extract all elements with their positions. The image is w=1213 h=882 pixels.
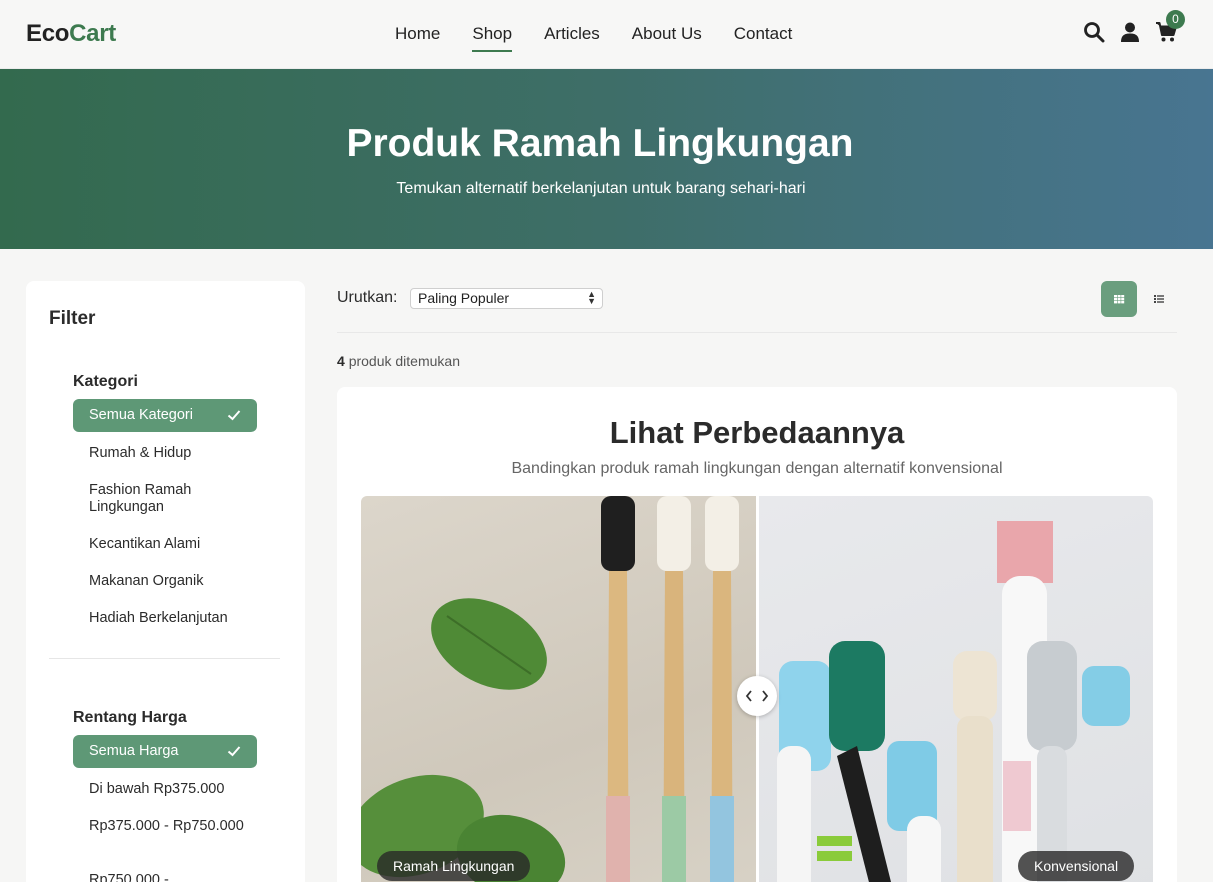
filter-title: Filter — [49, 308, 96, 329]
sort-select-value: Paling Populer — [418, 290, 510, 306]
toolbar-divider — [337, 332, 1177, 333]
price-option-under[interactable]: Di bawah Rp375.000 — [73, 781, 257, 798]
nav-link-home[interactable]: Home — [395, 24, 440, 52]
price-option-all[interactable]: Semua Harga — [73, 735, 257, 768]
category-option-food[interactable]: Makanan Organik — [73, 573, 257, 590]
cart-count-badge: 0 — [1166, 10, 1185, 29]
hero-banner: Produk Ramah Lingkungan Temukan alternat… — [0, 69, 1213, 249]
filter-sidebar: Filter Kategori Semua Kategori Rumah & H… — [26, 281, 305, 882]
category-option-all[interactable]: Semua Kategori — [73, 399, 257, 432]
category-option-beauty[interactable]: Kecantikan Alami — [73, 536, 257, 553]
hero-subtitle: Temukan alternatif berkelanjutan untuk b… — [396, 180, 806, 197]
plastic-toothbrushes-illustration — [777, 521, 1130, 882]
main-menu: Home Shop Articles About Us Contact — [395, 24, 824, 52]
price-option-mid[interactable]: Rp375.000 - Rp750.000 — [73, 818, 257, 835]
search-icon[interactable] — [1083, 21, 1105, 43]
logo-part-cart: Cart — [69, 20, 116, 47]
check-icon — [227, 410, 241, 421]
category-option-home[interactable]: Rumah & Hidup — [73, 445, 257, 462]
price-option-high[interactable]: Rp750.000 - — [73, 872, 257, 882]
category-heading: Kategori — [73, 373, 138, 390]
conventional-label: Konvensional — [1018, 851, 1135, 881]
sort-label: Urutkan: — [337, 289, 398, 306]
conventional-product-image — [757, 496, 1153, 882]
comparison-title: Lihat Perbedaannya — [609, 415, 905, 450]
list-icon — [1154, 295, 1164, 303]
comparison-card: Lihat Perbedaannya Bandingkan produk ram… — [337, 387, 1177, 882]
user-icon[interactable] — [1119, 21, 1141, 43]
product-count-text: produk ditemukan — [348, 353, 460, 369]
comparison-slider[interactable]: Ramah Lingkungan Konvensional — [361, 496, 1153, 882]
select-arrows-icon: ▲ ▼ — [587, 289, 596, 306]
filter-divider — [49, 658, 280, 659]
nav-link-articles[interactable]: Articles — [544, 24, 600, 52]
top-navbar: EcoCart Home Shop Articles About Us Cont… — [0, 0, 1213, 69]
eco-product-image — [361, 496, 757, 882]
check-icon — [227, 746, 241, 757]
category-option-gifts[interactable]: Hadiah Berkelanjutan — [73, 610, 257, 627]
slider-handle[interactable] — [737, 676, 777, 716]
comparison-subtitle: Bandingkan produk ramah lingkungan denga… — [511, 460, 1003, 477]
price-heading: Rentang Harga — [73, 709, 187, 726]
category-option-label: Semua Kategori — [89, 407, 193, 423]
sort-select[interactable]: Paling Populer ▲ ▼ — [410, 288, 603, 309]
hero-title: Produk Ramah Lingkungan — [346, 122, 854, 165]
chevron-left-right-icon — [745, 690, 769, 702]
nav-icons — [1083, 21, 1177, 43]
logo-part-eco: Eco — [26, 20, 70, 47]
logo[interactable]: EcoCart — [26, 20, 116, 48]
bamboo-toothbrushes-illustration — [361, 496, 739, 882]
nav-link-contact[interactable]: Contact — [734, 24, 793, 52]
nav-link-shop[interactable]: Shop — [472, 24, 513, 52]
price-option-label: Semua Harga — [89, 743, 179, 759]
grid-icon — [1114, 295, 1125, 304]
product-count-number: 4 — [337, 353, 345, 369]
nav-link-about[interactable]: About Us — [632, 24, 702, 52]
list-view-button[interactable] — [1141, 281, 1177, 317]
product-count: 4 produk ditemukan — [337, 353, 460, 369]
category-option-fashion[interactable]: Fashion Ramah Lingkungan — [73, 482, 257, 516]
eco-label: Ramah Lingkungan — [377, 851, 531, 881]
grid-view-button[interactable] — [1101, 281, 1137, 317]
